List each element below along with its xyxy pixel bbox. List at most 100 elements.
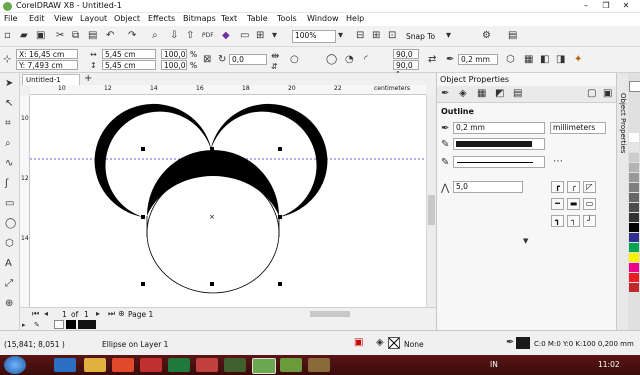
new-document-icon[interactable]: ▫ [4,31,11,41]
add-page-icon[interactable]: ⊕ [118,309,125,319]
swatch-gray-10[interactable] [629,143,639,152]
corel-connect-icon[interactable]: ◆ [222,31,230,41]
restore-button[interactable]: ❐ [596,0,616,12]
selection-handle[interactable] [278,282,282,286]
swatch-dark-red[interactable] [629,283,639,292]
menu-object[interactable]: Object [114,14,140,23]
media-icon[interactable] [140,358,162,372]
swatch-blue[interactable] [629,233,639,242]
rotation-field[interactable]: 0,0 [229,54,267,65]
horizontal-scroll-thumb[interactable] [310,311,350,317]
menu-table[interactable]: Table [247,14,268,23]
position-inside-button[interactable]: ┘ [583,215,596,227]
to-back-icon[interactable]: ◨ [556,55,565,65]
no-color-swatch[interactable] [54,320,64,329]
selection-handle[interactable] [210,282,214,286]
y-position-field[interactable]: Y: 7,493 cm [16,60,78,70]
menu-edit[interactable]: Edit [29,14,45,23]
line-cap-square-button[interactable]: ▭ [583,198,596,210]
menu-effects[interactable]: Effects [148,14,175,23]
zoom-level-field[interactable]: 100% [292,30,336,43]
position-outside-button[interactable]: ┓ [551,215,564,227]
rulers-icon[interactable]: ⊟ [356,31,364,41]
miter-limit-input[interactable]: 5,0 [453,181,523,193]
pick-tool-icon[interactable]: ➤ [5,79,13,89]
panel-options-icon[interactable]: ▢ [587,89,596,99]
fill-tab-icon[interactable]: ◈ [459,89,467,99]
black-swatch[interactable] [66,320,76,329]
position-center-button[interactable]: ┐ [567,215,580,227]
chrome-icon[interactable] [112,358,134,372]
selection-handle[interactable] [210,147,214,151]
acrobat-icon[interactable] [196,358,218,372]
redo-icon[interactable]: ↷ [128,31,136,41]
menu-bitmaps[interactable]: Bitmaps [183,14,216,23]
pie-icon[interactable]: ◔ [345,55,354,65]
zoom-dropdown-icon[interactable]: ▾ [338,31,343,41]
swatch-gray-20[interactable] [629,153,639,162]
corel-photo-icon[interactable] [280,358,302,372]
add-tool-icon[interactable]: ⊕ [5,299,13,309]
eyedropper-icon[interactable]: ✎ [34,320,40,330]
menu-file[interactable]: File [4,14,17,23]
menu-view[interactable]: View [54,14,73,23]
swatch-red[interactable] [629,273,639,282]
crop-tool-icon[interactable]: ⌗ [5,119,11,129]
menu-layout[interactable]: Layout [80,14,107,23]
application-launcher-icon[interactable]: ▤ [508,31,517,41]
publish-pdf-icon[interactable]: PDF [202,31,214,41]
lock-ratio-icon[interactable]: ⊠ [203,55,211,65]
language-indicator[interactable]: IN [490,360,498,369]
no-fill-swatch[interactable] [388,337,400,349]
palette-scroll-icon[interactable]: ▸ [22,320,26,330]
swatch-gray-70[interactable] [629,203,639,212]
vertical-scrollbar[interactable] [426,95,436,307]
fill-bucket-icon[interactable]: ◈ [376,338,384,348]
export-icon[interactable]: ⇧ [186,31,194,41]
freehand-tool-icon[interactable]: ∿ [5,159,13,169]
ellipse-tool-icon[interactable]: ◯ [5,219,16,229]
x-position-field[interactable]: X: 16,45 cm [16,49,78,59]
outline-pen-status-icon[interactable]: ✒ [506,338,514,348]
outline-width-field[interactable]: 0,2 mm [458,54,498,65]
ie-icon[interactable] [54,358,76,372]
minimize-button[interactable]: – [576,0,596,12]
next-page-icon[interactable]: ▸ [96,309,100,319]
swatch-magenta[interactable] [629,263,639,272]
menu-text[interactable]: Text [221,14,237,23]
import-icon[interactable]: ⇩ [170,31,178,41]
line-cap-butt-button[interactable]: ━ [551,198,564,210]
open-folder-icon[interactable]: ▰ [20,31,28,41]
summary-tab-icon[interactable]: ▤ [513,89,522,99]
scale-width-field[interactable]: 100,0 [161,49,187,59]
menu-help[interactable]: Help [346,14,364,23]
snap-to-dropdown[interactable]: Snap To [406,32,435,41]
wrap-text-icon[interactable]: ▦ [524,55,533,65]
app-icon[interactable] [224,358,246,372]
end-angle-field[interactable]: 90,0 ° [393,60,419,79]
zoom-tool-icon[interactable]: ⌕ [5,139,11,149]
connector-tool-icon[interactable]: ⤢ [5,279,13,289]
effects-icon[interactable]: ✦ [574,55,582,65]
fullscreen-icon[interactable]: ▭ [240,31,249,41]
line-cap-round-button[interactable]: ▬ [567,198,580,210]
to-front-icon[interactable]: ◧ [540,55,549,65]
scroll-thumb[interactable] [428,195,435,225]
arc-icon[interactable]: ◜ [364,55,368,65]
width-field[interactable]: 5,45 cm [102,49,156,59]
selection-handle[interactable] [278,215,282,219]
selection-handle[interactable] [141,215,145,219]
mirror-horizontal-icon[interactable]: ⇹ [271,52,279,62]
swatch-gray-60[interactable] [629,193,639,202]
snap-dropdown-chevron-icon[interactable]: ▾ [446,31,451,41]
coreldraw-taskbar-icon[interactable] [252,358,276,374]
rectangle-tool-icon[interactable]: ▭ [5,199,14,209]
search-content-icon[interactable]: ⌕ [152,31,158,41]
corner-bevel-button[interactable]: ◸ [583,181,596,193]
vertical-ruler[interactable]: 10 12 14 [20,95,30,307]
swatch-gray-30[interactable] [629,163,639,172]
height-field[interactable]: 5,45 cm [102,60,156,70]
start-button[interactable] [4,356,26,374]
cut-icon[interactable]: ✂ [56,31,64,41]
docker-vertical-tab[interactable]: Object Properties [616,73,628,330]
